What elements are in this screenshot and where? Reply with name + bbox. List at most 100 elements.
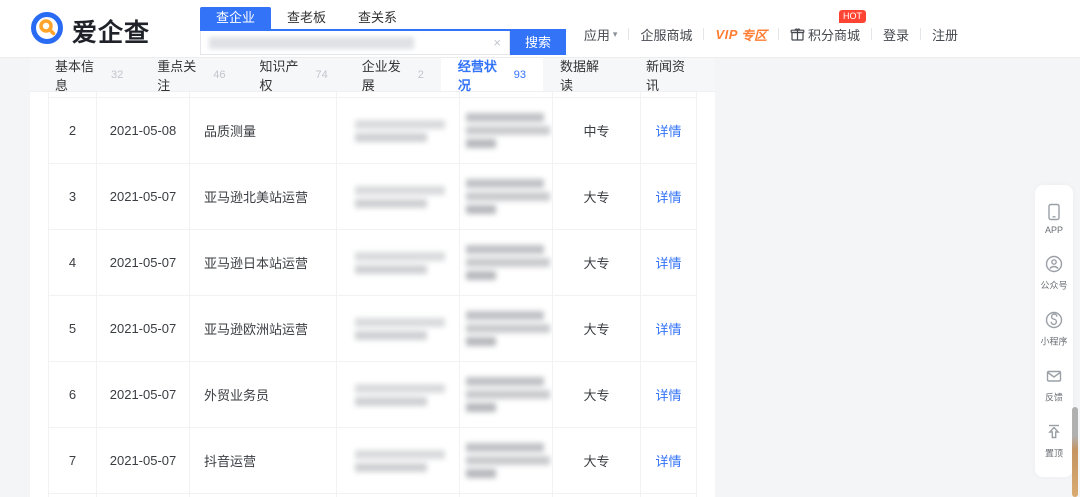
table-row: 7 2021-05-07 抖音运营 大专 详情 — [48, 428, 697, 494]
redacted-cell — [460, 98, 553, 163]
detail-link[interactable]: 详情 — [655, 319, 681, 338]
position-cell: 品质测量 — [190, 98, 337, 163]
app-download-button[interactable]: APP — [1035, 193, 1073, 245]
tab-label: 基本信息 — [55, 58, 95, 93]
tab-label: 新闻资讯 — [646, 58, 686, 93]
apps-menu[interactable]: 应用 ▾ — [584, 25, 618, 44]
redacted-cell — [460, 230, 553, 295]
publish-date-cell: 2021-05-07 — [97, 428, 190, 493]
floating-side-toolbar: APP 公众号 小程序 反馈 置顶 — [1035, 185, 1073, 477]
vip-label: VIP — [715, 26, 738, 42]
search-tab-company[interactable]: 查企业 — [200, 7, 272, 29]
login-link[interactable]: 登录 — [883, 25, 909, 44]
search-button[interactable]: 搜索 — [510, 31, 566, 55]
register-label: 注册 — [931, 27, 958, 43]
position-name: 外贸业务员 — [204, 388, 270, 403]
publish-date: 2021-05-08 — [109, 123, 177, 138]
tab-count: 46 — [213, 68, 226, 81]
register-link[interactable]: 注册 — [932, 25, 958, 44]
enterprise-mall-link[interactable]: 企服商城 — [640, 25, 692, 44]
official-account-label: 公众号 — [1040, 281, 1068, 292]
publish-date-cell: 2021-05-07 — [97, 362, 190, 427]
search-input[interactable]: × — [200, 31, 510, 55]
publish-date: 2021-05-07 — [109, 189, 177, 204]
row-index: 4 — [68, 255, 77, 270]
detail-link[interactable]: 详情 — [655, 121, 681, 140]
page-scrollbar[interactable] — [1072, 407, 1078, 497]
aiqicha-logo[interactable]: 爱企查 — [30, 11, 150, 50]
detail-link[interactable]: 详情 — [655, 187, 681, 206]
search-tab-boss[interactable]: 查老板 — [271, 7, 342, 29]
detail-link[interactable]: 详情 — [655, 253, 681, 272]
search-tabs: 查企业 查老板 查关系 — [200, 7, 566, 29]
official-account-button[interactable]: 公众号 — [1035, 245, 1073, 301]
feedback-button[interactable]: 反馈 — [1035, 357, 1073, 413]
tab-news[interactable]: 新闻资讯 — [629, 58, 715, 93]
publish-date: 2021-05-07 — [109, 453, 177, 468]
table-row: 6 2021-05-07 外贸业务员 大专 详情 — [48, 362, 697, 428]
tab-count: 74 — [315, 68, 328, 81]
logo-text: 爱企查 — [72, 18, 151, 47]
caret-down-icon: ▾ — [612, 28, 618, 39]
back-to-top-button[interactable]: 置顶 — [1035, 413, 1073, 469]
tab-key-focus[interactable]: 重点关注 46 — [140, 58, 242, 93]
position-cell: 亚马逊日本站运营 — [190, 230, 337, 295]
action-cell: 详情 — [641, 296, 697, 361]
search-tab-relation[interactable]: 查关系 — [342, 7, 413, 29]
redacted-cell — [337, 98, 460, 163]
publish-date: 2021-05-07 — [109, 255, 177, 270]
tab-label: 重点关注 — [157, 58, 197, 93]
position-cell: 亚马逊欧洲站运营 — [190, 296, 337, 361]
divider — [777, 28, 779, 40]
vip-zone-link[interactable]: VIP 专区 — [715, 25, 766, 44]
education-level: 大专 — [583, 388, 610, 403]
mini-program-button[interactable]: 小程序 — [1035, 301, 1073, 357]
table-row: 5 2021-05-07 亚马逊欧洲站运营 大专 详情 — [48, 296, 697, 362]
tab-data-interpretation[interactable]: 数据解读 — [543, 58, 629, 93]
row-index-cell: 6 — [48, 362, 97, 427]
redacted-cell — [337, 230, 460, 295]
position-name: 亚马逊日本站运营 — [204, 256, 309, 271]
publish-date-cell: 2021-05-07 — [97, 296, 190, 361]
education-cell: 大专 — [553, 428, 641, 493]
detail-link[interactable]: 详情 — [655, 451, 681, 470]
redacted-cell — [460, 428, 553, 493]
detail-link[interactable]: 详情 — [655, 385, 681, 404]
publish-date-cell: 2021-05-07 — [97, 164, 190, 229]
position-cell: 外贸业务员 — [190, 362, 337, 427]
app-label: APP — [1044, 225, 1063, 236]
points-mall-link[interactable]: 积分商城 HOT — [790, 9, 866, 44]
divider — [628, 28, 630, 40]
tab-basic-info[interactable]: 基本信息 32 — [38, 58, 140, 93]
person-circle-icon — [1044, 254, 1064, 274]
redacted-cell — [337, 164, 460, 229]
education-cell: 大专 — [553, 362, 641, 427]
row-index: 5 — [68, 321, 77, 336]
divider — [703, 28, 705, 40]
content-card: 2 2021-05-08 品质测量 中专 详情 3 2021-05-07 亚马逊… — [30, 92, 715, 497]
row-index: 2 — [68, 123, 77, 138]
tab-intellectual-property[interactable]: 知识产权 74 — [242, 58, 344, 93]
row-index: 7 — [68, 453, 77, 468]
education-level: 大专 — [583, 256, 610, 271]
tab-operating-status[interactable]: 经营状况 93 — [440, 58, 544, 93]
position-name: 亚马逊北美站运营 — [204, 190, 309, 205]
education-level: 大专 — [583, 454, 610, 469]
redacted-cell — [337, 362, 460, 427]
action-cell: 详情 — [641, 98, 697, 163]
publish-date-cell: 2021-05-08 — [97, 98, 190, 163]
position-name: 品质测量 — [204, 124, 257, 139]
row-index: 6 — [68, 387, 77, 402]
education-cell: 大专 — [553, 164, 641, 229]
tab-company-development[interactable]: 企业发展 2 — [345, 58, 441, 93]
divider — [870, 28, 872, 40]
phone-icon — [1044, 202, 1064, 222]
header-utility-nav: 应用 ▾ 企服商城 VIP 专区 积分商城 HOT 登录 注册 — [584, 9, 958, 46]
section-tabs: 基本信息 32 重点关注 46 知识产权 74 企业发展 2 经营状况 93 数… — [30, 58, 715, 93]
clear-icon[interactable]: × — [493, 35, 501, 51]
table-row: 2 2021-05-08 品质测量 中专 详情 — [48, 98, 697, 164]
position-cell: 亚马逊北美站运营 — [190, 164, 337, 229]
row-index-cell: 7 — [48, 428, 97, 493]
action-cell: 详情 — [641, 230, 697, 295]
vip-suffix-label: 专区 — [740, 27, 767, 43]
